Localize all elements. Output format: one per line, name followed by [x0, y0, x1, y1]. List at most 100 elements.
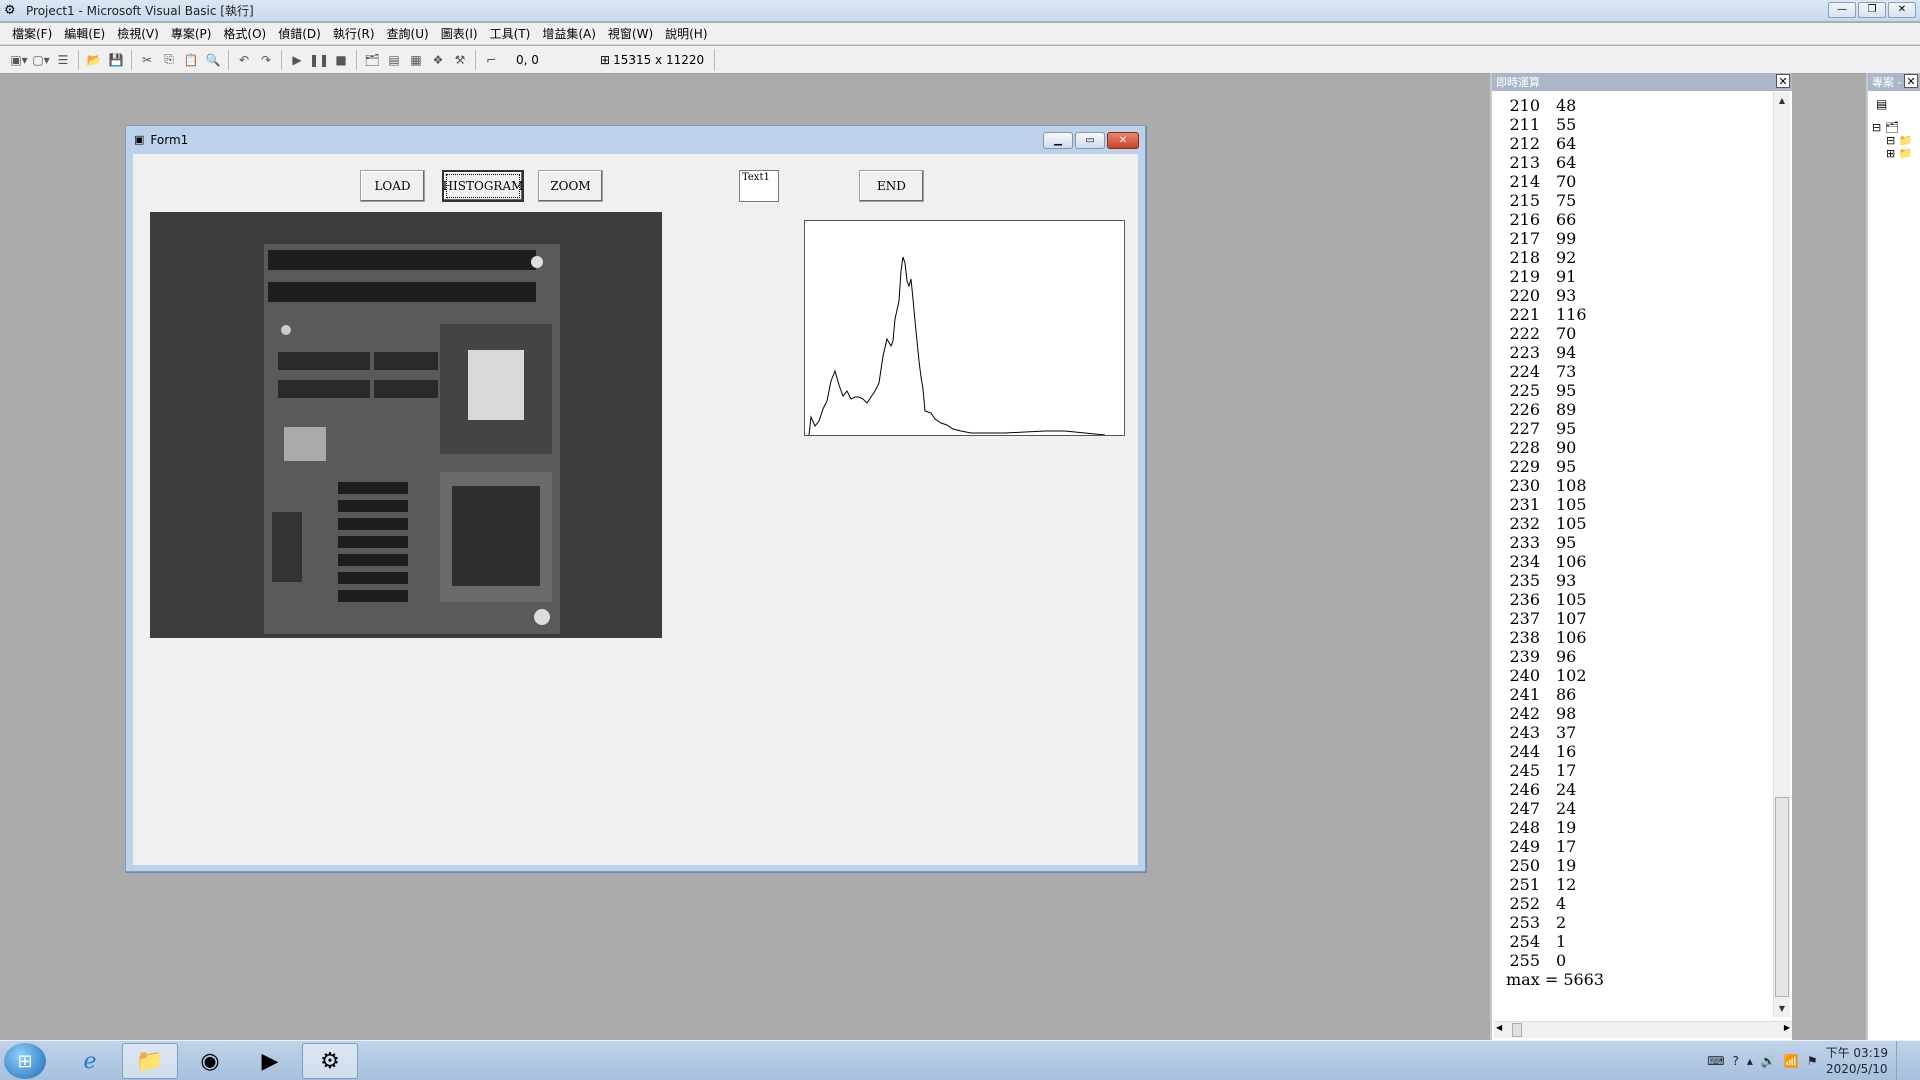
immediate-line: 243 37	[1506, 723, 1772, 742]
menu-run[interactable]: 執行(R)	[327, 25, 381, 42]
scroll-thumb[interactable]	[1775, 797, 1789, 997]
menu-view[interactable]: 檢視(V)	[111, 25, 165, 42]
network-icon[interactable]: 📶	[1784, 1054, 1799, 1068]
gray-level: 244	[1509, 742, 1540, 761]
menu-file[interactable]: 檔案(F)	[6, 25, 58, 42]
open-project-icon[interactable]: 📂	[83, 49, 105, 71]
zoom-button[interactable]: ZOOM	[538, 170, 603, 202]
add-project-icon[interactable]: ▣▾	[8, 49, 30, 71]
minimize-button[interactable]: —	[1828, 2, 1856, 18]
menu-diagram[interactable]: 圖表(I)	[435, 25, 484, 42]
tree-expand-icon[interactable]: ⊟ 🗂	[1872, 121, 1912, 134]
explorer-taskbar-icon[interactable]: 📁	[122, 1043, 178, 1079]
break-icon[interactable]: ❚❚	[308, 49, 330, 71]
menu-tools[interactable]: 工具(T)	[484, 25, 537, 42]
circuit-board-image	[150, 212, 662, 638]
pixel-count: 95	[1556, 457, 1577, 476]
load-button[interactable]: LOAD	[360, 170, 425, 202]
copy-icon[interactable]: ⎘	[158, 49, 180, 71]
ie-taskbar-icon[interactable]: ℯ	[62, 1043, 118, 1079]
gray-level: 210	[1509, 96, 1540, 115]
redo-icon[interactable]: ↷	[255, 49, 277, 71]
object-browser-icon[interactable]: ❖	[427, 49, 449, 71]
start-button[interactable]: ⊞	[4, 1043, 46, 1079]
add-form-icon[interactable]: ▢▾	[30, 49, 52, 71]
immediate-output[interactable]: 210 48 211 55 212 64 213 64 214 70 215 75 216 66 217 99…	[1494, 92, 1772, 1017]
tree-folder-icon[interactable]: ⊟ 📁	[1872, 134, 1912, 147]
menu-query[interactable]: 查詢(U)	[381, 25, 435, 42]
hscroll-thumb[interactable]	[1512, 1023, 1522, 1037]
clock-time: 下午 03:19	[1825, 1046, 1888, 1060]
immediate-line: 235 93	[1506, 571, 1772, 590]
vb-taskbar-icon[interactable]: ⚙	[302, 1043, 358, 1079]
media-player-taskbar-icon[interactable]: ▶	[242, 1043, 298, 1079]
gray-level: 249	[1509, 837, 1540, 856]
chrome-taskbar-icon[interactable]: ◉	[182, 1043, 238, 1079]
start-icon[interactable]: ▶	[286, 49, 308, 71]
gray-level: 230	[1509, 476, 1540, 495]
menu-window[interactable]: 視窗(W)	[602, 25, 659, 42]
gray-level: 229	[1509, 457, 1540, 476]
immediate-line: 239 96	[1506, 647, 1772, 666]
project-close-button[interactable]: ✕	[1904, 74, 1918, 88]
scroll-up-icon[interactable]: ▲	[1774, 92, 1790, 109]
action-center-icon[interactable]: ⚑	[1807, 1054, 1818, 1068]
menu-editor-icon[interactable]: ☰	[52, 49, 74, 71]
cut-icon[interactable]: ✂	[136, 49, 158, 71]
tray-expand-icon[interactable]: ▴	[1747, 1054, 1753, 1068]
keyboard-icon[interactable]: ⌨	[1707, 1054, 1724, 1068]
save-project-icon[interactable]: 💾	[105, 49, 127, 71]
menu-debug[interactable]: 偵錯(D)	[272, 25, 327, 42]
properties-window-icon[interactable]: ▤	[383, 49, 405, 71]
scroll-right-icon[interactable]: ▶	[1784, 1023, 1790, 1032]
undo-icon[interactable]: ↶	[233, 49, 255, 71]
project-explorer-icon[interactable]: 🗂	[361, 49, 383, 71]
close-button[interactable]: ✕	[1888, 2, 1916, 18]
immediate-vertical-scrollbar[interactable]: ▲ ▼	[1773, 92, 1790, 1017]
end-button[interactable]: END	[859, 170, 924, 202]
histogram-button[interactable]: HISTOGRAM	[442, 170, 524, 202]
scroll-left-icon[interactable]: ◀	[1496, 1023, 1502, 1032]
stop-icon[interactable]: ■	[330, 49, 352, 71]
immediate-line: 233 95	[1506, 533, 1772, 552]
form-icon: ▣	[134, 133, 145, 146]
immediate-horizontal-scrollbar[interactable]: ◀ ▶	[1494, 1021, 1792, 1038]
form-maximize-button[interactable]: ▭	[1075, 132, 1105, 149]
scroll-down-icon[interactable]: ▼	[1774, 1000, 1790, 1017]
help-icon[interactable]: ?	[1733, 1054, 1739, 1068]
form1-title-bar[interactable]: ▣ Form1	[126, 126, 1145, 153]
gray-level: 214	[1509, 172, 1540, 191]
pixel-count: 17	[1556, 761, 1577, 780]
form-close-button[interactable]: ✕	[1107, 132, 1139, 149]
toolbar-divider	[356, 49, 357, 70]
immediate-close-button[interactable]: ✕	[1776, 74, 1790, 88]
form-layout-icon[interactable]: ▦	[405, 49, 427, 71]
menu-addins[interactable]: 增益集(A)	[536, 25, 602, 42]
paste-icon[interactable]: 📋	[180, 49, 202, 71]
clock[interactable]: 下午 03:19 2020/5/10	[1826, 1045, 1888, 1077]
toolbox-icon[interactable]: ⚒	[449, 49, 471, 71]
immediate-line: 216 66	[1506, 210, 1772, 229]
find-icon[interactable]: 🔍	[202, 49, 224, 71]
size-readout: 15315 x 11220	[613, 52, 705, 67]
pixel-count: 66	[1556, 210, 1577, 229]
volume-icon[interactable]: 🔊	[1761, 1054, 1776, 1068]
view-object-icon[interactable]: ▤	[1876, 97, 1887, 111]
text1-textbox[interactable]: Text1	[739, 170, 779, 202]
menu-help[interactable]: 說明(H)	[659, 25, 713, 42]
gray-level: 237	[1509, 609, 1540, 628]
immediate-line: 237 107	[1506, 609, 1772, 628]
menu-project[interactable]: 專案(P)	[165, 25, 218, 42]
form-minimize-button[interactable]: ▁	[1043, 132, 1073, 149]
show-desktop-button[interactable]	[1896, 1041, 1910, 1080]
pixel-count: 105	[1556, 495, 1587, 514]
immediate-line: 234 106	[1506, 552, 1772, 571]
immediate-line: 231 105	[1506, 495, 1772, 514]
taskbar: ⊞ ℯ 📁 ◉ ▶ ⚙ ⌨ ? ▴ 🔊 📶 ⚑ 下午 03:19 2020/5/…	[0, 1040, 1920, 1080]
project-tree[interactable]: ⊟ 🗂 ⊟ 📁 ⊞ 📁	[1872, 121, 1912, 160]
menu-edit[interactable]: 編輯(E)	[58, 25, 111, 42]
tree-folder-icon[interactable]: ⊞ 📁	[1872, 147, 1912, 160]
menu-format[interactable]: 格式(O)	[217, 25, 272, 42]
restore-button[interactable]: ❐	[1858, 2, 1886, 18]
immediate-line: 242 98	[1506, 704, 1772, 723]
